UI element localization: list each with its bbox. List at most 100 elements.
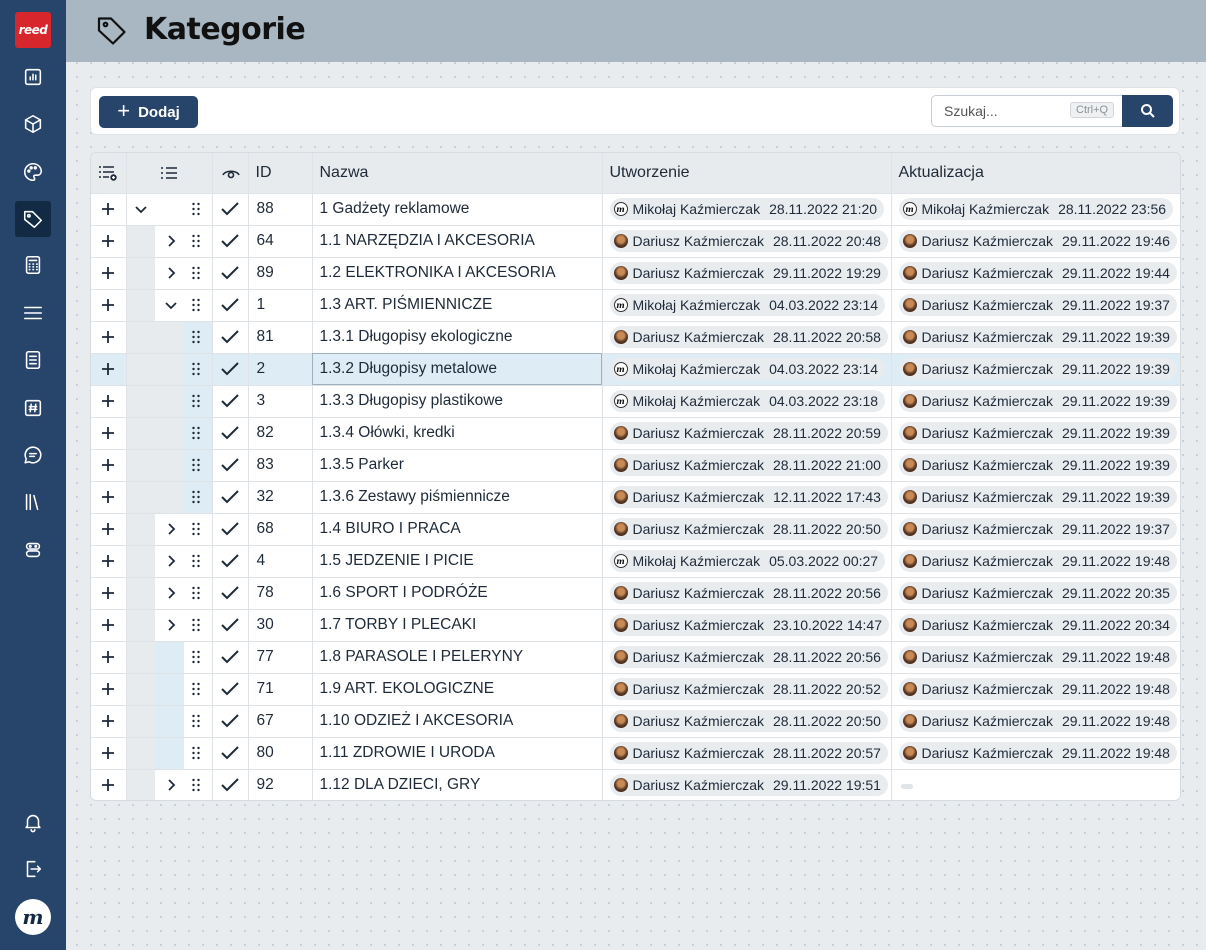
updated-user-chip[interactable]: Dariusz Kaźmierczak 29.11.2022 20:34: [898, 613, 1177, 636]
updated-user-chip[interactable]: Dariusz Kaźmierczak 29.11.2022 19:39: [898, 325, 1177, 348]
table-row[interactable]: 67 1.10 ODZIEŻ I AKCESORIA Dariusz Kaźmier…: [91, 705, 1180, 738]
drag-handle-icon[interactable]: [191, 426, 201, 440]
table-row[interactable]: 68 1.4 BIURO I PRACA Dariusz Kaźmierczak 28…: [91, 513, 1180, 546]
plus-icon[interactable]: [100, 232, 116, 249]
visibility-cell[interactable]: [212, 417, 249, 450]
drag-handle-icon[interactable]: [191, 330, 201, 344]
visibility-cell[interactable]: [212, 705, 249, 738]
plus-icon[interactable]: [100, 296, 116, 313]
check-icon[interactable]: [220, 648, 240, 665]
drag-handle-icon[interactable]: [191, 266, 201, 280]
check-icon[interactable]: [220, 712, 240, 729]
visibility-cell[interactable]: [212, 545, 249, 578]
tree-header[interactable]: [126, 153, 213, 194]
visibility-cell[interactable]: [212, 513, 249, 546]
updated-user-chip[interactable]: Dariusz Kaźmierczak 29.11.2022 19:37: [898, 517, 1177, 540]
drag-handle-icon[interactable]: [191, 714, 201, 728]
plus-icon[interactable]: [100, 744, 116, 761]
created-user-chip[interactable]: Dariusz Kaźmierczak 12.11.2022 17:43: [609, 485, 888, 508]
check-icon[interactable]: [220, 776, 240, 793]
column-id[interactable]: ID: [248, 153, 313, 194]
created-user-chip[interactable]: Dariusz Kaźmierczak 28.11.2022 20:57: [609, 741, 888, 764]
chevron-right-icon[interactable]: [163, 585, 179, 601]
drag-handle-icon[interactable]: [191, 490, 201, 504]
add-button[interactable]: + Dodaj: [99, 96, 198, 128]
sidebar-item-documents[interactable]: [15, 342, 51, 378]
check-icon[interactable]: [220, 520, 240, 537]
visibility-cell[interactable]: [212, 385, 249, 418]
created-user-chip[interactable]: Dariusz Kaźmierczak 28.11.2022 20:58: [609, 325, 888, 348]
created-user-chip[interactable]: Dariusz Kaźmierczak 28.11.2022 20:48: [609, 229, 888, 252]
check-icon[interactable]: [220, 360, 240, 377]
check-icon[interactable]: [220, 552, 240, 569]
table-row[interactable]: 30 1.7 TORBY I PLECAKI Dariusz Kaźmierczak…: [91, 609, 1180, 642]
updated-user-chip[interactable]: Dariusz Kaźmierczak 29.11.2022 19:39: [898, 357, 1177, 380]
table-row[interactable]: 80 1.11 ZDROWIE I URODA Dariusz Kaźmiercza…: [91, 737, 1180, 770]
app-logo[interactable]: reed: [15, 12, 51, 48]
chevron-down-icon[interactable]: [133, 201, 149, 217]
created-user-chip[interactable]: Dariusz Kaźmierczak 28.11.2022 20:50: [609, 517, 888, 540]
drag-handle-icon[interactable]: [191, 394, 201, 408]
created-user-chip[interactable]: Dariusz Kaźmierczak 23.10.2022 14:47: [609, 613, 889, 636]
check-icon[interactable]: [220, 232, 240, 249]
chevron-right-icon[interactable]: [163, 553, 179, 569]
updated-user-chip[interactable]: Dariusz Kaźmierczak 29.11.2022 19:48: [898, 709, 1177, 732]
table-row[interactable]: 71 1.9 ART. EKOLOGICZNE Dariusz Kaźmiercza…: [91, 673, 1180, 706]
add-subcategory-cell[interactable]: [91, 449, 127, 482]
drag-handle-icon[interactable]: [191, 618, 201, 632]
updated-user-chip[interactable]: m Mikołaj Kaźmierczak 28.11.2022 23:56: [898, 198, 1174, 220]
plus-icon[interactable]: [100, 328, 116, 345]
add-subcategory-cell[interactable]: [91, 545, 127, 578]
plus-icon[interactable]: [100, 776, 116, 793]
search-input[interactable]: [932, 96, 1062, 126]
add-subcategory-cell[interactable]: [91, 705, 127, 738]
plus-icon[interactable]: [100, 488, 116, 505]
add-subcategory-cell[interactable]: [91, 769, 127, 800]
drag-handle-icon[interactable]: [191, 298, 201, 312]
check-icon[interactable]: [220, 584, 240, 601]
created-user-chip[interactable]: m Mikołaj Kaźmierczak 04.03.2022 23:14: [609, 358, 886, 380]
category-name[interactable]: 1.3.5 Parker: [312, 449, 603, 482]
table-row[interactable]: 4 1.5 JEDZENIE I PICIE m Mikołaj Kaźmiercza…: [91, 545, 1180, 578]
created-user-chip[interactable]: Dariusz Kaźmierczak 28.11.2022 21:00: [609, 453, 888, 476]
visibility-cell[interactable]: [212, 353, 249, 386]
updated-user-chip[interactable]: Dariusz Kaźmierczak 29.11.2022 19:48: [898, 677, 1177, 700]
updated-user-chip[interactable]: Dariusz Kaźmierczak 29.11.2022 19:48: [898, 645, 1177, 668]
check-icon[interactable]: [220, 200, 240, 217]
drag-handle-icon[interactable]: [191, 682, 201, 696]
add-subcategory-cell[interactable]: [91, 385, 127, 418]
updated-user-chip[interactable]: Dariusz Kaźmierczak 29.11.2022 19:39: [898, 389, 1177, 412]
created-user-chip[interactable]: Dariusz Kaźmierczak 28.11.2022 20:50: [609, 709, 888, 732]
table-row[interactable]: 1 1.3 ART. PIŚMIENNICZE m Mikołaj Kaźmiercz…: [91, 289, 1180, 322]
add-subcategory-cell[interactable]: [91, 609, 127, 642]
add-subcategory-cell[interactable]: [91, 513, 127, 546]
created-user-chip[interactable]: m Mikołaj Kaźmierczak 04.03.2022 23:18: [609, 390, 886, 412]
drag-handle-icon[interactable]: [191, 234, 201, 248]
visibility-cell[interactable]: [212, 449, 249, 482]
visibility-cell[interactable]: [212, 609, 249, 642]
check-icon[interactable]: [220, 296, 240, 313]
sidebar-item-colors[interactable]: [15, 154, 51, 190]
add-subcategory-cell[interactable]: [91, 321, 127, 354]
visibility-cell[interactable]: [212, 769, 249, 800]
chevron-right-icon[interactable]: [163, 521, 179, 537]
table-row[interactable]: 81 1.3.1 Długopisy ekologiczne Dariusz Kaź…: [91, 321, 1180, 354]
plus-icon[interactable]: [100, 680, 116, 697]
drag-handle-icon[interactable]: [191, 778, 201, 792]
plus-icon[interactable]: [100, 264, 116, 281]
add-subcategory-cell[interactable]: [91, 225, 127, 258]
drag-handle-icon[interactable]: [191, 650, 201, 664]
add-subcategory-cell[interactable]: [91, 481, 127, 514]
created-user-chip[interactable]: Dariusz Kaźmierczak 28.11.2022 20:52: [609, 677, 888, 700]
updated-user-chip[interactable]: Dariusz Kaźmierczak 29.11.2022 19:48: [898, 741, 1177, 764]
updated-user-chip[interactable]: Dariusz Kaźmierczak 29.11.2022 19:48: [898, 549, 1177, 572]
add-subcategory-cell[interactable]: [91, 641, 127, 674]
category-name[interactable]: 1.3.1 Długopisy ekologiczne: [312, 321, 603, 354]
table-row[interactable]: 64 1.1 NARZĘDZIA I AKCESORIA Dariusz Kaźmi…: [91, 225, 1180, 258]
drag-handle-icon[interactable]: [191, 362, 201, 376]
plus-icon[interactable]: [100, 584, 116, 601]
created-user-chip[interactable]: Dariusz Kaźmierczak 28.11.2022 20:56: [609, 645, 888, 668]
category-name[interactable]: 1.4 BIURO I PRACA: [312, 513, 603, 546]
category-name[interactable]: 1.7 TORBY I PLECAKI: [312, 609, 603, 642]
created-user-chip[interactable]: Dariusz Kaźmierczak 28.11.2022 20:59: [609, 421, 888, 444]
